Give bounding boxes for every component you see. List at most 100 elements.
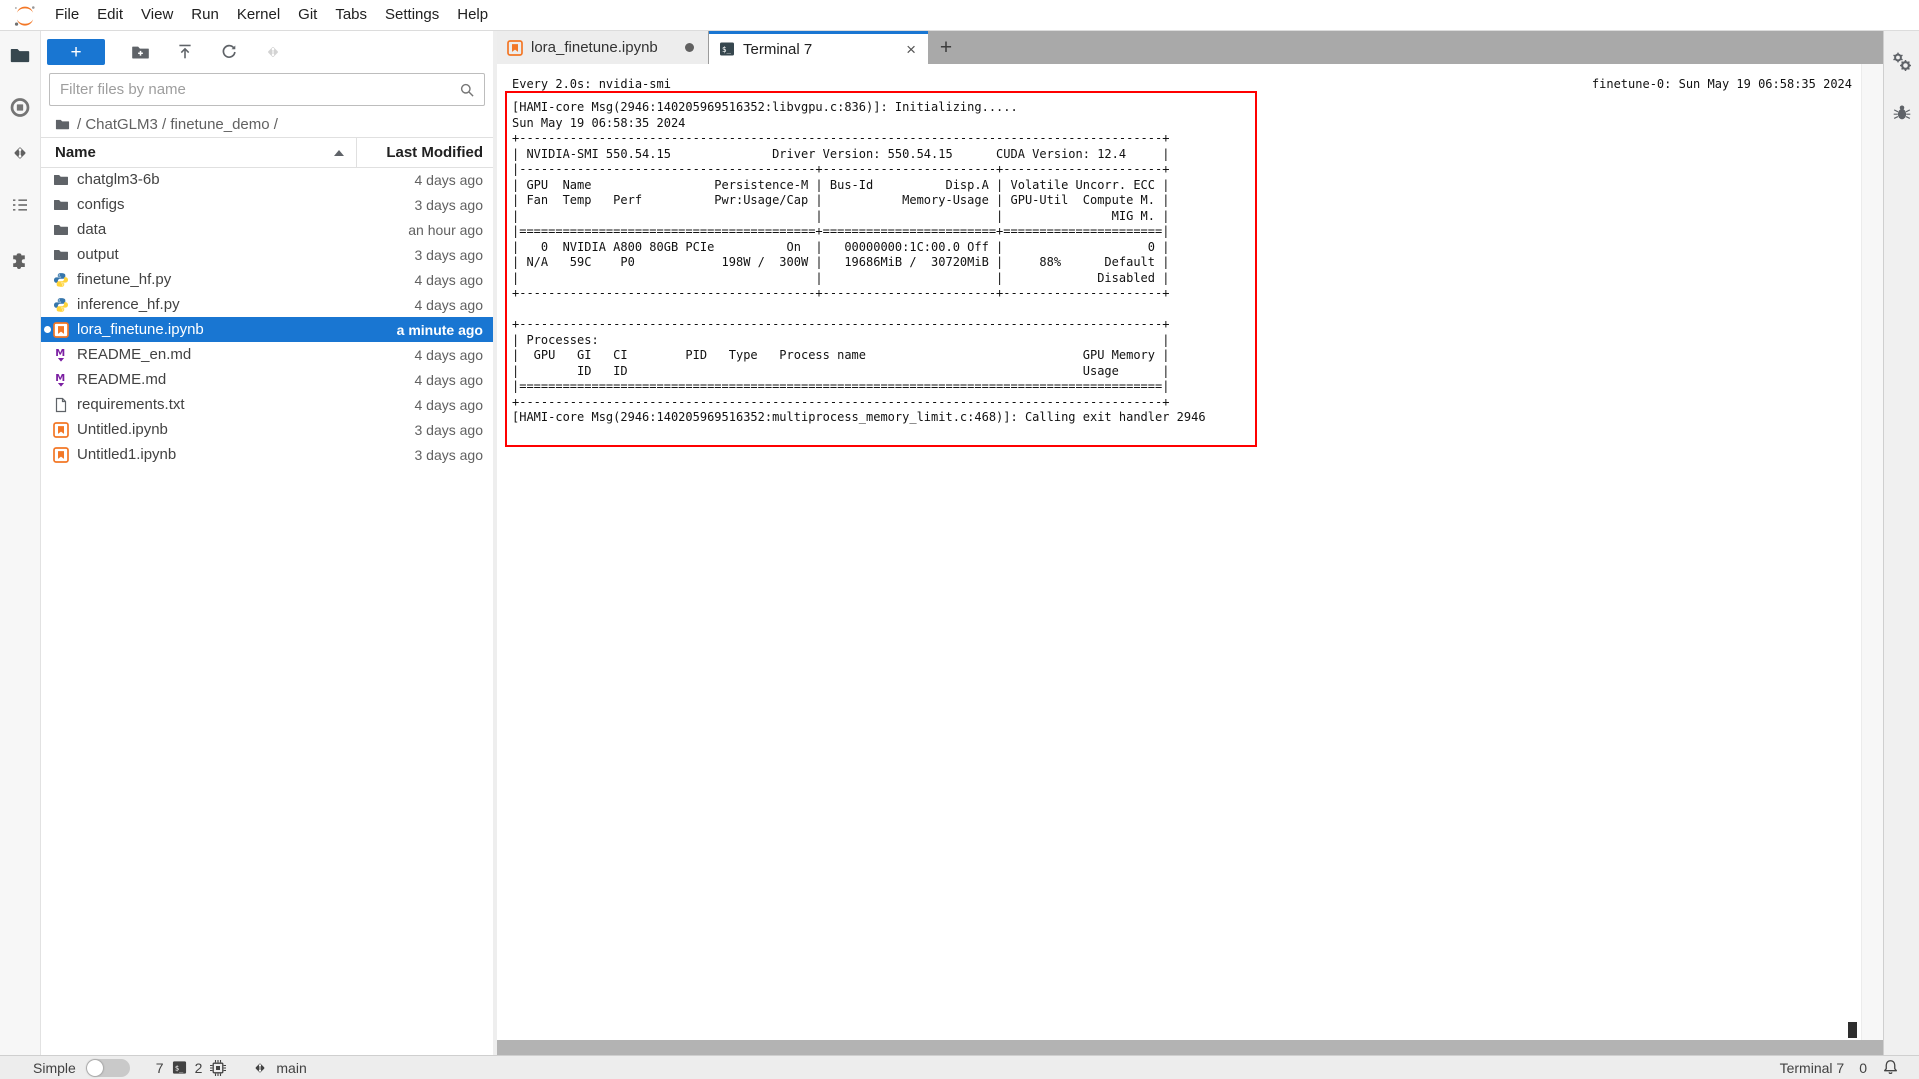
running-sessions-status[interactable]: 7 $_ 2: [156, 1060, 227, 1076]
menu-edit[interactable]: Edit: [88, 0, 132, 30]
file-name: inference_hf.py: [77, 296, 355, 313]
file-name: chatglm3-6b: [77, 171, 355, 188]
new-tab-button[interactable]: +: [928, 31, 964, 64]
git-branch-name: main: [276, 1060, 306, 1076]
file-row[interactable]: lora_finetune.ipynba minute ago: [41, 317, 493, 342]
notebook-icon: [507, 40, 523, 56]
file-filter-input[interactable]: [50, 81, 459, 98]
simple-mode-label: Simple: [33, 1060, 76, 1076]
extension-manager-icon[interactable]: [10, 251, 30, 271]
notebook-icon: [52, 446, 69, 463]
running-sessions-icon[interactable]: [10, 97, 31, 118]
statusbar-left: Simple 7 $_ 2 main: [33, 1059, 307, 1077]
svg-text:$_: $_: [722, 45, 732, 54]
active-context-label[interactable]: Terminal 7: [1780, 1060, 1845, 1076]
bell-icon[interactable]: [1882, 1059, 1899, 1076]
menu-kernel[interactable]: Kernel: [228, 0, 289, 30]
kernels-count: 2: [195, 1060, 203, 1076]
git-icon[interactable]: [10, 143, 30, 163]
new-folder-icon[interactable]: [131, 43, 150, 62]
statusbar-right: Terminal 7 0: [1780, 1059, 1899, 1076]
dock-tab-bar: lora_finetune.ipynb $_ Terminal 7 × +: [497, 31, 1884, 64]
file-browser-toolbar: +: [47, 38, 485, 66]
tab-terminal-7[interactable]: $_ Terminal 7 ×: [709, 31, 928, 64]
file-modified: 3 days ago: [355, 447, 493, 463]
markdown-icon: M: [52, 346, 69, 363]
search-icon[interactable]: [459, 82, 475, 98]
file-row[interactable]: Untitled1.ipynb3 days ago: [41, 442, 493, 467]
python-icon: [52, 296, 69, 313]
unsaved-dot: [44, 326, 51, 333]
terminal-scrollbar[interactable]: [1861, 64, 1884, 1040]
file-row[interactable]: Untitled.ipynb3 days ago: [41, 417, 493, 442]
svg-text:M: M: [55, 373, 65, 384]
file-list: chatglm3-6b4 days agoconfigs3 days agoda…: [41, 167, 493, 1056]
dock-bottom-edge: [497, 1040, 1884, 1056]
terminal-cursor: [1848, 1022, 1857, 1038]
file-row[interactable]: inference_hf.py4 days ago: [41, 292, 493, 317]
file-modified: an hour ago: [355, 222, 493, 238]
terminal-icon: $_: [719, 41, 735, 57]
folder-icon: [52, 171, 69, 188]
menu-git[interactable]: Git: [289, 0, 326, 30]
file-modified: 4 days ago: [355, 172, 493, 188]
file-row[interactable]: chatglm3-6b4 days ago: [41, 167, 493, 192]
folder-icon: [52, 196, 69, 213]
file-modified: 4 days ago: [355, 347, 493, 363]
upload-icon[interactable]: [176, 43, 194, 61]
menu-file[interactable]: File: [46, 0, 88, 30]
debugger-bug-icon[interactable]: [1892, 103, 1911, 122]
left-sidebar: [0, 31, 41, 1056]
file-modified: 4 days ago: [355, 397, 493, 413]
file-row[interactable]: MREADME.md4 days ago: [41, 367, 493, 392]
watch-command: Every 2.0s: nvidia-smi: [512, 77, 671, 91]
file-row[interactable]: M README_en.md4 days ago: [41, 342, 493, 367]
file-browser-panel: + / ChatGLM3 / finetune_demo / Name: [41, 31, 493, 1056]
menu-help[interactable]: Help: [448, 0, 497, 30]
file-name: configs: [77, 196, 355, 213]
new-launcher-button[interactable]: +: [47, 39, 105, 65]
menu-bar: FileEditViewRunKernelGitTabsSettingsHelp: [0, 0, 1919, 31]
file-name: requirements.txt: [77, 396, 355, 413]
terminal-icon: $_: [172, 1060, 187, 1075]
file-row[interactable]: requirements.txt4 days ago: [41, 392, 493, 417]
file-list-header: Name Last Modified: [41, 137, 493, 168]
file-modified: 3 days ago: [355, 247, 493, 263]
git-branch-status[interactable]: main: [252, 1060, 306, 1076]
column-name[interactable]: Name: [41, 144, 356, 161]
right-sidebar: [1883, 31, 1919, 1056]
svg-text:M: M: [55, 348, 65, 359]
file-modified: a minute ago: [355, 322, 493, 338]
file-modified: 4 days ago: [355, 372, 493, 388]
close-tab-icon[interactable]: ×: [906, 41, 916, 58]
menu-run[interactable]: Run: [182, 0, 228, 30]
file-row[interactable]: finetune_hf.py4 days ago: [41, 267, 493, 292]
file-name: Untitled1.ipynb: [77, 446, 355, 463]
file-browser-icon[interactable]: [10, 45, 31, 66]
tab-lora-finetune-ipynb[interactable]: lora_finetune.ipynb: [497, 31, 709, 64]
file-modified: 3 days ago: [355, 197, 493, 213]
table-of-contents-icon[interactable]: [10, 195, 30, 215]
notebook-icon: [52, 421, 69, 438]
file-icon: [52, 396, 69, 413]
refresh-icon[interactable]: [220, 43, 238, 61]
simple-mode-toggle[interactable]: [86, 1059, 130, 1077]
toggle-knob: [87, 1060, 103, 1076]
git-clone-icon: [264, 43, 282, 61]
file-name: output: [77, 246, 355, 263]
column-last-modified[interactable]: Last Modified: [357, 144, 493, 161]
file-name: lora_finetune.ipynb: [77, 321, 355, 338]
file-row[interactable]: dataan hour ago: [41, 217, 493, 242]
menu-view[interactable]: View: [132, 0, 182, 30]
breadcrumb[interactable]: / ChatGLM3 / finetune_demo /: [55, 113, 485, 135]
file-name: README_en.md: [77, 346, 355, 363]
sort-ascending-icon: [334, 150, 344, 156]
git-branch-icon: [252, 1060, 268, 1076]
folder-icon: [52, 221, 69, 238]
file-row[interactable]: configs3 days ago: [41, 192, 493, 217]
menu-tabs[interactable]: Tabs: [326, 0, 376, 30]
terminal-panel[interactable]: Every 2.0s: nvidia-smi finetune-0: Sun M…: [497, 64, 1884, 1040]
menu-settings[interactable]: Settings: [376, 0, 448, 30]
property-inspector-icon[interactable]: [1891, 51, 1913, 73]
file-row[interactable]: output3 days ago: [41, 242, 493, 267]
